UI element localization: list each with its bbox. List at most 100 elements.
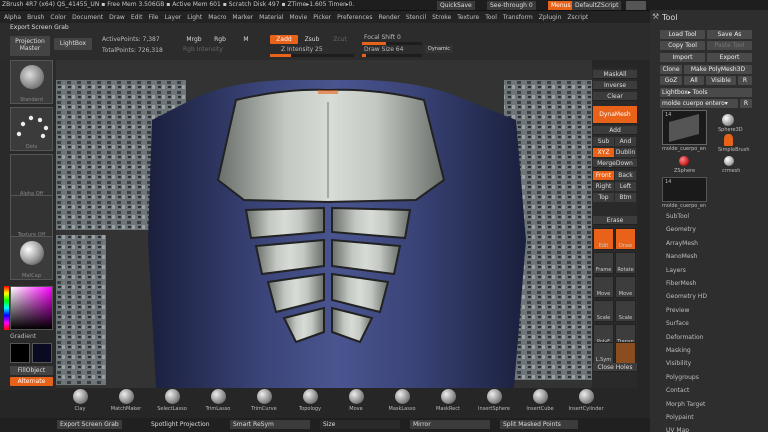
brush-insertcylinder[interactable]: InsertCylinder	[566, 389, 606, 417]
menu-item-render[interactable]: Render	[378, 14, 399, 21]
menu-item-material[interactable]: Material	[259, 14, 283, 21]
brush-topology[interactable]: Topology	[290, 389, 330, 417]
stroke-thumbnail[interactable]: Dots	[10, 107, 53, 151]
tool-section-nanomesh[interactable]: NanoMesh	[666, 253, 697, 260]
tool-section-geometry-hd[interactable]: Geometry HD	[666, 293, 707, 300]
brush-insertcube[interactable]: InsertCube	[520, 389, 560, 417]
close-holes-button[interactable]: Close Holes	[593, 363, 637, 372]
clear-button[interactable]: Clear	[593, 92, 637, 101]
tool-section-masking[interactable]: Masking	[666, 347, 691, 354]
tool-thumbnail-mold[interactable]: 14	[662, 110, 707, 145]
draw-size-track[interactable]	[362, 54, 422, 57]
move-button[interactable]: Move	[593, 276, 614, 298]
zscale-button[interactable]: Scale	[615, 300, 636, 322]
document-canvas[interactable]	[56, 60, 592, 388]
quicksave-button[interactable]: QuickSave	[437, 1, 475, 10]
menu-item-file[interactable]: File	[148, 14, 158, 21]
zsub-button[interactable]: Zsub	[301, 35, 323, 44]
tool-section-deformation[interactable]: Deformation	[666, 334, 703, 341]
brush-move[interactable]: Move	[336, 389, 376, 417]
sculpt-viewport[interactable]	[56, 60, 592, 388]
window-controls[interactable]	[626, 1, 646, 10]
gradient-label[interactable]: Gradient	[10, 333, 36, 340]
brush-masklasso[interactable]: MaskLasso	[382, 389, 422, 417]
r-button[interactable]: R	[738, 76, 752, 85]
brush-selectlasso[interactable]: SelectLasso	[152, 389, 192, 417]
main-color-swatch[interactable]	[10, 343, 30, 363]
mergedown-button[interactable]: MergeDown	[593, 159, 637, 168]
tool-section-uv-map[interactable]: UV Map	[666, 427, 689, 432]
tool-section-visibility[interactable]: Visibility	[666, 360, 691, 367]
menu-item-alpha[interactable]: Alpha	[4, 14, 21, 21]
menu-item-zplugin[interactable]: Zplugin	[539, 14, 562, 21]
edit-button[interactable]: Edit	[593, 228, 614, 250]
solo-button[interactable]	[615, 342, 636, 364]
save-as-button[interactable]: Save As	[707, 30, 752, 39]
add-button[interactable]: Add	[593, 126, 637, 135]
draw-size-slider[interactable]: Draw Size 64	[364, 46, 403, 53]
menu-item-tool[interactable]: Tool	[485, 14, 497, 21]
tool-section-subtool[interactable]: SubTool	[666, 213, 689, 220]
simplebrush-icon[interactable]	[724, 134, 733, 146]
size-slider[interactable]: Size	[320, 420, 400, 429]
dynamic-button[interactable]: Dynamic	[425, 45, 453, 53]
tool-section-arraymesh[interactable]: ArrayMesh	[666, 240, 698, 247]
crmesh-icon[interactable]	[724, 156, 734, 166]
menu-item-stroke[interactable]: Stroke	[432, 14, 451, 21]
material-thumbnail[interactable]: MatCap	[10, 236, 53, 280]
menu-item-brush[interactable]: Brush	[27, 14, 44, 21]
paste-tool-button[interactable]: Paste Tool	[707, 41, 752, 50]
projection-master-button[interactable]: Projection Master	[10, 36, 50, 56]
export-button[interactable]: Export	[707, 53, 752, 62]
alpha-thumbnail[interactable]: Alpha Off	[10, 154, 53, 198]
menu-item-document[interactable]: Document	[72, 14, 103, 21]
right-button[interactable]: Right	[593, 182, 614, 191]
brush-trimlasso[interactable]: TrimLasso	[198, 389, 238, 417]
menu-item-zscript[interactable]: Zscript	[567, 14, 588, 21]
export-screen-grab-label[interactable]: Export Screen Grab	[10, 24, 69, 31]
rotate-button[interactable]: Rotate	[615, 252, 636, 274]
copy-tool-button[interactable]: Copy Tool	[660, 41, 705, 50]
dynamesh-button[interactable]: DynaMesh	[593, 106, 637, 124]
zsphere-icon[interactable]	[679, 156, 689, 166]
tool-section-contact[interactable]: Contact	[666, 387, 689, 394]
make-polymesh3d-button[interactable]: Make PolyMesh3D	[684, 65, 752, 74]
focal-shift-slider[interactable]: Focal Shift 0	[364, 34, 401, 41]
menu-item-picker[interactable]: Picker	[313, 14, 331, 21]
mrgb-button[interactable]: Mrgb	[183, 35, 205, 44]
left-button[interactable]: Left	[615, 182, 636, 191]
hue-strip[interactable]	[4, 286, 9, 330]
menu-item-light[interactable]: Light	[187, 14, 202, 21]
top-button[interactable]: Top	[593, 193, 614, 202]
visible-button[interactable]: Visible	[706, 76, 736, 85]
back-button[interactable]: Back	[615, 171, 636, 180]
texture-thumbnail[interactable]: Texture Off	[10, 195, 53, 239]
brush-trimcurve[interactable]: TrimCurve	[244, 389, 284, 417]
menus-button[interactable]: Menus	[548, 1, 574, 10]
frame-button[interactable]: Frame	[593, 252, 614, 274]
clone-button[interactable]: Clone	[660, 65, 682, 74]
tool-section-polypaint[interactable]: Polypaint	[666, 414, 694, 421]
rgb-intensity-slider[interactable]: Rgb Intensity	[183, 46, 223, 53]
m-button[interactable]: M	[240, 35, 252, 44]
front-button[interactable]: Front	[593, 171, 614, 180]
tool-section-morph-target[interactable]: Morph Target	[666, 401, 705, 408]
alternate-button[interactable]: Alternate	[10, 377, 53, 386]
menu-item-transform[interactable]: Transform	[503, 14, 533, 21]
all-button[interactable]: All	[684, 76, 704, 85]
color-picker[interactable]	[10, 286, 53, 330]
zadd-button[interactable]: Zadd	[270, 35, 298, 44]
menu-item-macro[interactable]: Macro	[208, 14, 226, 21]
tool-section-fibermesh[interactable]: FiberMesh	[666, 280, 696, 287]
lightbox-button[interactable]: LightBox	[54, 38, 92, 50]
sphere3d-icon[interactable]	[722, 114, 734, 126]
export-screen-grab-button[interactable]: Export Screen Grab	[57, 420, 122, 429]
tool-section-geometry[interactable]: Geometry	[666, 226, 696, 233]
tool-section-surface[interactable]: Surface	[666, 320, 689, 327]
load-tool-button[interactable]: Load Tool	[660, 30, 705, 39]
goz-button[interactable]: GoZ	[660, 76, 682, 85]
menu-item-stencil[interactable]: Stencil	[406, 14, 426, 21]
menu-item-edit[interactable]: Edit	[131, 14, 143, 21]
tool-section-preview[interactable]: Preview	[666, 307, 689, 314]
sub-button[interactable]: Sub	[593, 137, 614, 146]
